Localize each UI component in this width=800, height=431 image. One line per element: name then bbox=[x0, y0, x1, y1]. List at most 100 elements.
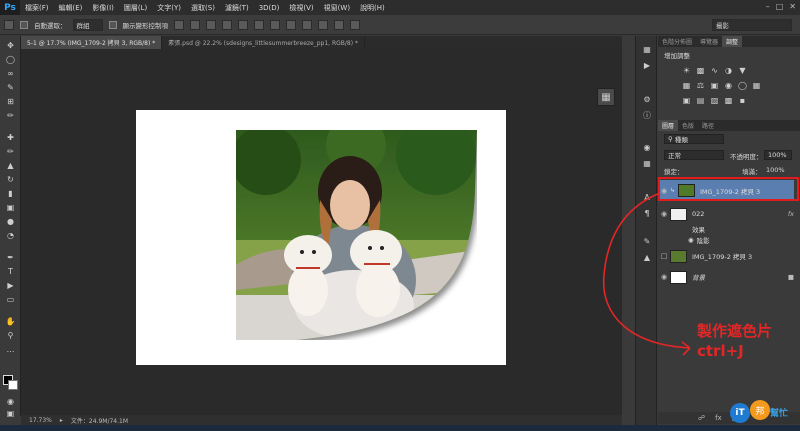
auto-select-checkbox[interactable] bbox=[20, 20, 28, 29]
menu-3d[interactable]: 3D(D) bbox=[254, 4, 285, 12]
distribute-right-icon[interactable] bbox=[350, 19, 360, 30]
tab-paths[interactable]: 路徑 bbox=[698, 120, 718, 131]
tab-channels[interactable]: 色版 bbox=[678, 120, 698, 131]
path-select-tool-icon[interactable]: ▶ bbox=[4, 280, 17, 290]
threshold-icon[interactable]: ▨ bbox=[710, 96, 719, 105]
color-lookup-icon[interactable]: ▦ bbox=[752, 81, 761, 90]
color-panel-icon[interactable]: ◉ bbox=[641, 142, 653, 152]
photo-layer[interactable] bbox=[236, 130, 477, 340]
menu-type[interactable]: 文字(Y) bbox=[152, 3, 186, 13]
menu-window[interactable]: 視窗(W) bbox=[319, 3, 355, 13]
menu-select[interactable]: 選取(S) bbox=[186, 3, 220, 13]
properties-panel-icon[interactable]: ⚙ bbox=[641, 94, 653, 104]
levels-icon[interactable]: ▩ bbox=[696, 66, 705, 75]
brightness-contrast-icon[interactable]: ☀ bbox=[682, 66, 691, 75]
photo-filter-icon[interactable]: ◉ bbox=[724, 81, 733, 90]
blend-mode-dropdown[interactable]: 正常 bbox=[664, 150, 724, 160]
screen-mode-icon[interactable]: ▣ bbox=[4, 408, 17, 418]
hue-saturation-icon[interactable]: ▦ bbox=[682, 81, 691, 90]
menu-image[interactable]: 影像(I) bbox=[87, 3, 119, 13]
distribute-middle-icon[interactable] bbox=[286, 19, 296, 30]
opacity-field[interactable]: 100% bbox=[764, 150, 792, 160]
close-icon[interactable]: ✕ bbox=[789, 2, 796, 11]
actions-panel-icon[interactable]: ▶ bbox=[641, 60, 653, 70]
menu-filter[interactable]: 濾鏡(T) bbox=[220, 3, 254, 13]
distribute-center-icon[interactable] bbox=[334, 19, 344, 30]
swatches-panel-icon[interactable]: ▦ bbox=[641, 158, 653, 168]
quick-mask-icon[interactable]: ◉ bbox=[4, 396, 17, 406]
color-balance-icon[interactable]: ⚖ bbox=[696, 81, 705, 90]
marquee-tool-icon[interactable]: ◯ bbox=[4, 54, 17, 64]
layer-kind-filter[interactable]: ⚲ 種類 bbox=[664, 134, 724, 144]
hand-tool-icon[interactable]: ✋ bbox=[4, 316, 17, 326]
align-right-icon[interactable] bbox=[254, 19, 264, 30]
gradient-map-icon[interactable]: ▪ bbox=[738, 96, 747, 105]
history-panel-icon[interactable]: ▦ bbox=[641, 44, 653, 54]
tab-histogram[interactable]: 色階分佈圖 bbox=[658, 36, 696, 47]
tab-document-sucai[interactable]: 素張.psd @ 22.2% (sdesigns_littlesummerbre… bbox=[162, 36, 365, 49]
workspace-dropdown[interactable]: 攝影 bbox=[712, 19, 792, 31]
document-size: 文件：24.9M/74.1M bbox=[70, 417, 129, 425]
invert-icon[interactable]: ▣ bbox=[682, 96, 691, 105]
fx-icon[interactable]: fx bbox=[788, 210, 794, 218]
history-brush-tool-icon[interactable]: ↻ bbox=[4, 174, 17, 184]
link-layers-icon[interactable]: ☍ bbox=[698, 414, 705, 422]
menu-view[interactable]: 檢視(V) bbox=[284, 3, 318, 13]
transform-controls-checkbox[interactable] bbox=[108, 20, 117, 29]
annotation-text: 製作遮色片 ctrl+J bbox=[697, 321, 772, 361]
dodge-tool-icon[interactable]: ◔ bbox=[4, 230, 17, 240]
fill-value[interactable]: 100% bbox=[766, 166, 785, 174]
eyedropper-tool-icon[interactable]: ✏ bbox=[4, 110, 17, 120]
curves-icon[interactable]: ∿ bbox=[710, 66, 719, 75]
options-bar: 自動選取： 群組 顯示變形控制項 攝影 bbox=[0, 15, 800, 35]
menu-layer[interactable]: 圖層(L) bbox=[119, 3, 152, 13]
tab-navigator[interactable]: 導覽器 bbox=[696, 36, 722, 47]
minimize-icon[interactable]: – bbox=[766, 2, 770, 11]
status-info-icon[interactable]: ▸ bbox=[60, 417, 63, 424]
zoom-level[interactable]: 17.73% bbox=[29, 417, 52, 424]
align-center-icon[interactable] bbox=[238, 19, 248, 30]
vibrance-icon[interactable]: ▼ bbox=[738, 66, 747, 75]
brush-tool-icon[interactable]: ✏ bbox=[4, 146, 17, 156]
crop-tool-icon[interactable]: ⊞ bbox=[4, 96, 17, 106]
add-style-icon[interactable]: fx bbox=[715, 414, 722, 422]
lasso-tool-icon[interactable]: ∞ bbox=[4, 68, 17, 78]
align-top-icon[interactable] bbox=[174, 19, 184, 30]
tab-layers[interactable]: 圖層 bbox=[658, 120, 679, 131]
channel-mixer-icon[interactable]: ◯ bbox=[738, 81, 747, 90]
healing-brush-tool-icon[interactable]: ✚ bbox=[4, 132, 17, 142]
distribute-top-icon[interactable] bbox=[270, 19, 280, 30]
background-color-swatch[interactable] bbox=[8, 380, 18, 390]
selective-color-icon[interactable]: ▩ bbox=[724, 96, 733, 105]
gradient-tool-icon[interactable]: ▣ bbox=[4, 202, 17, 212]
auto-select-dropdown[interactable]: 群組 bbox=[72, 18, 103, 31]
eraser-tool-icon[interactable]: ▮ bbox=[4, 188, 17, 198]
arrange-documents-icon[interactable]: ▦ bbox=[597, 88, 615, 106]
blur-tool-icon[interactable]: ● bbox=[4, 216, 17, 226]
align-bottom-icon[interactable] bbox=[206, 19, 216, 30]
more-tools-icon[interactable]: ⋯ bbox=[4, 346, 17, 356]
menu-help[interactable]: 說明(H) bbox=[355, 3, 390, 13]
info-panel-icon[interactable]: ⓘ bbox=[641, 110, 653, 120]
distribute-bottom-icon[interactable] bbox=[302, 19, 312, 30]
menu-edit[interactable]: 編輯(E) bbox=[54, 3, 88, 13]
tab-adjustments[interactable]: 調整 bbox=[722, 36, 743, 47]
posterize-icon[interactable]: ▤ bbox=[696, 96, 705, 105]
align-left-icon[interactable] bbox=[222, 19, 232, 30]
shape-tool-icon[interactable]: ▭ bbox=[4, 294, 17, 304]
exposure-icon[interactable]: ◑ bbox=[724, 66, 733, 75]
menu-file[interactable]: 檔案(F) bbox=[20, 3, 54, 13]
tab-document-5-1[interactable]: 5-1 @ 17.7% (IMG_1709-2 拷貝 3, RGB/8) * bbox=[21, 36, 163, 49]
zoom-tool-icon[interactable]: ⚲ bbox=[4, 330, 17, 340]
align-middle-icon[interactable] bbox=[190, 19, 200, 30]
move-tool-preset-icon[interactable] bbox=[4, 19, 14, 30]
clone-stamp-tool-icon[interactable]: ▲ bbox=[4, 160, 17, 170]
pen-tool-icon[interactable]: ✒ bbox=[4, 252, 17, 262]
black-white-icon[interactable]: ▣ bbox=[710, 81, 719, 90]
photoshop-logo[interactable]: Ps bbox=[0, 0, 20, 15]
maximize-icon[interactable]: □ bbox=[776, 2, 784, 11]
quick-select-tool-icon[interactable]: ✎ bbox=[4, 82, 17, 92]
type-tool-icon[interactable]: T bbox=[4, 266, 17, 276]
distribute-left-icon[interactable] bbox=[318, 19, 328, 30]
move-tool-icon[interactable]: ✥ bbox=[4, 40, 17, 50]
